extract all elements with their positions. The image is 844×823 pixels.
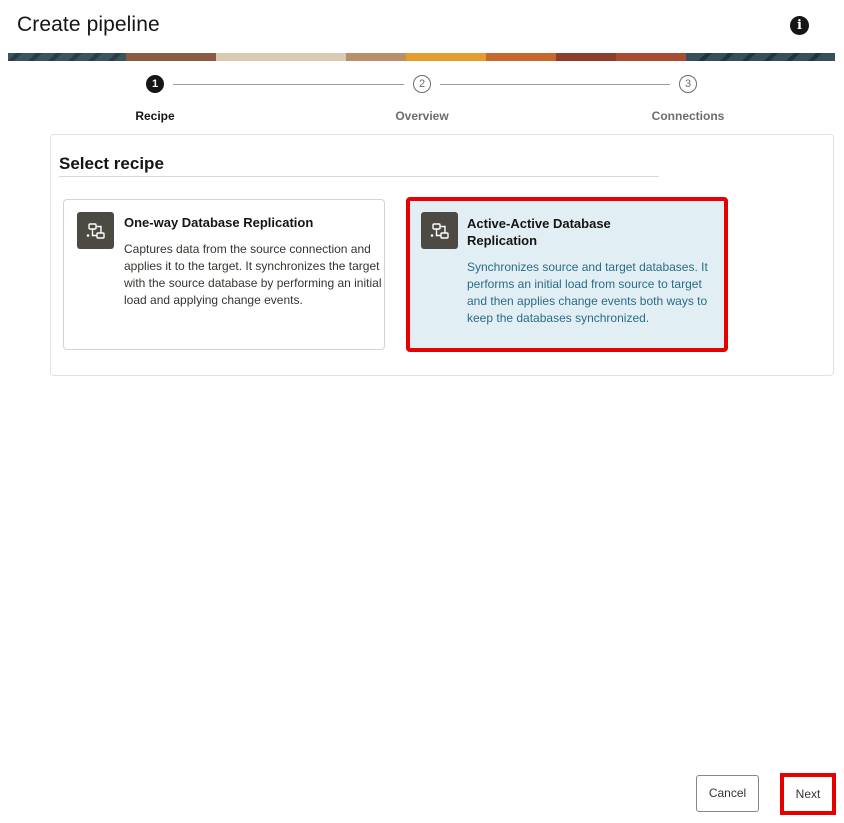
step-connector [440,84,670,85]
recipe-description: Captures data from the source connection… [124,242,382,307]
decorative-banner [8,53,835,61]
step-2-indicator[interactable]: 2 [413,75,431,93]
step-3-indicator[interactable]: 3 [679,75,697,93]
step-connector [173,84,404,85]
dialog-title: Create pipeline [17,13,160,36]
recipe-description: Synchronizes source and target databases… [467,260,708,325]
step-3-label[interactable]: Connections [652,109,725,123]
pipeline-icon [77,212,114,249]
next-button[interactable]: Next [780,773,836,815]
cancel-button[interactable]: Cancel [696,775,759,812]
info-icon[interactable]: i [790,16,809,35]
recipe-title: One-way Database Replication [124,215,314,230]
step-2-label[interactable]: Overview [395,109,448,123]
step-1-indicator[interactable]: 1 [146,75,164,93]
recipe-card-one-way[interactable]: One-way Database Replication Captures da… [63,199,385,350]
section-divider [59,176,659,177]
recipe-title: Active-Active Database Replication [467,216,611,248]
section-title: Select recipe [59,154,164,173]
pipeline-icon [421,212,458,249]
wizard-stepper: 1 2 3 Recipe Overview Connections [0,74,844,126]
recipe-card-active-active[interactable]: Active-Active Database Replication Synch… [406,197,728,352]
step-1-label[interactable]: Recipe [135,109,174,123]
